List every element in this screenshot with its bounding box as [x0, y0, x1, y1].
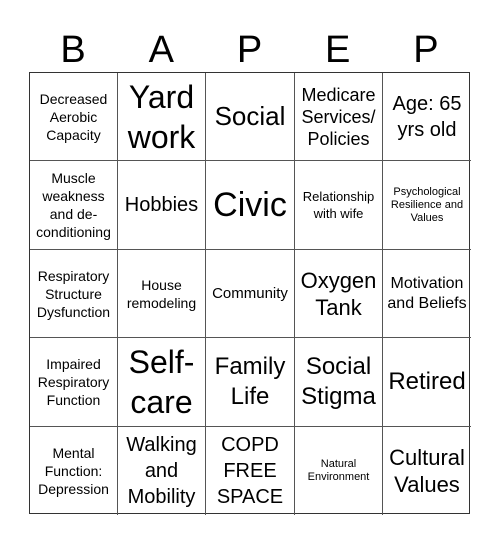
bingo-cell[interactable]: Civic [206, 161, 295, 250]
bingo-cell[interactable]: Walking and Mobility [118, 427, 206, 515]
bingo-cell[interactable]: Cultural Values [383, 427, 471, 515]
bingo-cell[interactable]: Relationship with wife [295, 161, 383, 250]
bingo-cell[interactable]: Community [206, 250, 295, 338]
bingo-cell[interactable]: Social [206, 73, 295, 161]
bingo-cell[interactable]: Family Life [206, 338, 295, 427]
bingo-header: B A P E P [29, 28, 470, 72]
bingo-cell[interactable]: Muscle weakness and de-conditioning [30, 161, 118, 250]
bingo-cell[interactable]: Yard work [118, 73, 206, 161]
bingo-cell[interactable]: Impaired Respiratory Function [30, 338, 118, 427]
header-letter-a: A [148, 29, 174, 71]
bingo-cell[interactable]: Mental Function: Depression [30, 427, 118, 515]
bingo-cell[interactable]: Hobbies [118, 161, 206, 250]
header-letter-e: E [325, 29, 351, 71]
bingo-cell[interactable]: Natural Environment [295, 427, 383, 515]
bingo-cell[interactable]: Respiratory Structure Dysfunction [30, 250, 118, 338]
header-letter-p: P [236, 29, 263, 71]
bingo-cell[interactable]: Age: 65 yrs old [383, 73, 471, 161]
bingo-cell[interactable]: Self-care [118, 338, 206, 427]
bingo-cell[interactable]: Social Stigma [295, 338, 383, 427]
bingo-cell[interactable]: Motivation and Beliefs [383, 250, 471, 338]
bingo-cell[interactable]: House remodeling [118, 250, 206, 338]
header-letter-b: B [60, 29, 86, 71]
bingo-cell free-space[interactable]: COPD FREE SPACE [206, 427, 295, 515]
bingo-card-grid: Decreased Aerobic Capacity Yard work Soc… [29, 72, 471, 515]
bingo-cell[interactable]: Medicare Services/ Policies [295, 73, 383, 161]
header-letter-p2: P [413, 29, 439, 71]
bingo-cell[interactable]: Oxygen Tank [295, 250, 383, 338]
bingo-cell[interactable]: Decreased Aerobic Capacity [30, 73, 118, 161]
bingo-cell[interactable]: Psychological Resilience and Values [383, 161, 471, 250]
bingo-cell[interactable]: Retired [383, 338, 471, 427]
